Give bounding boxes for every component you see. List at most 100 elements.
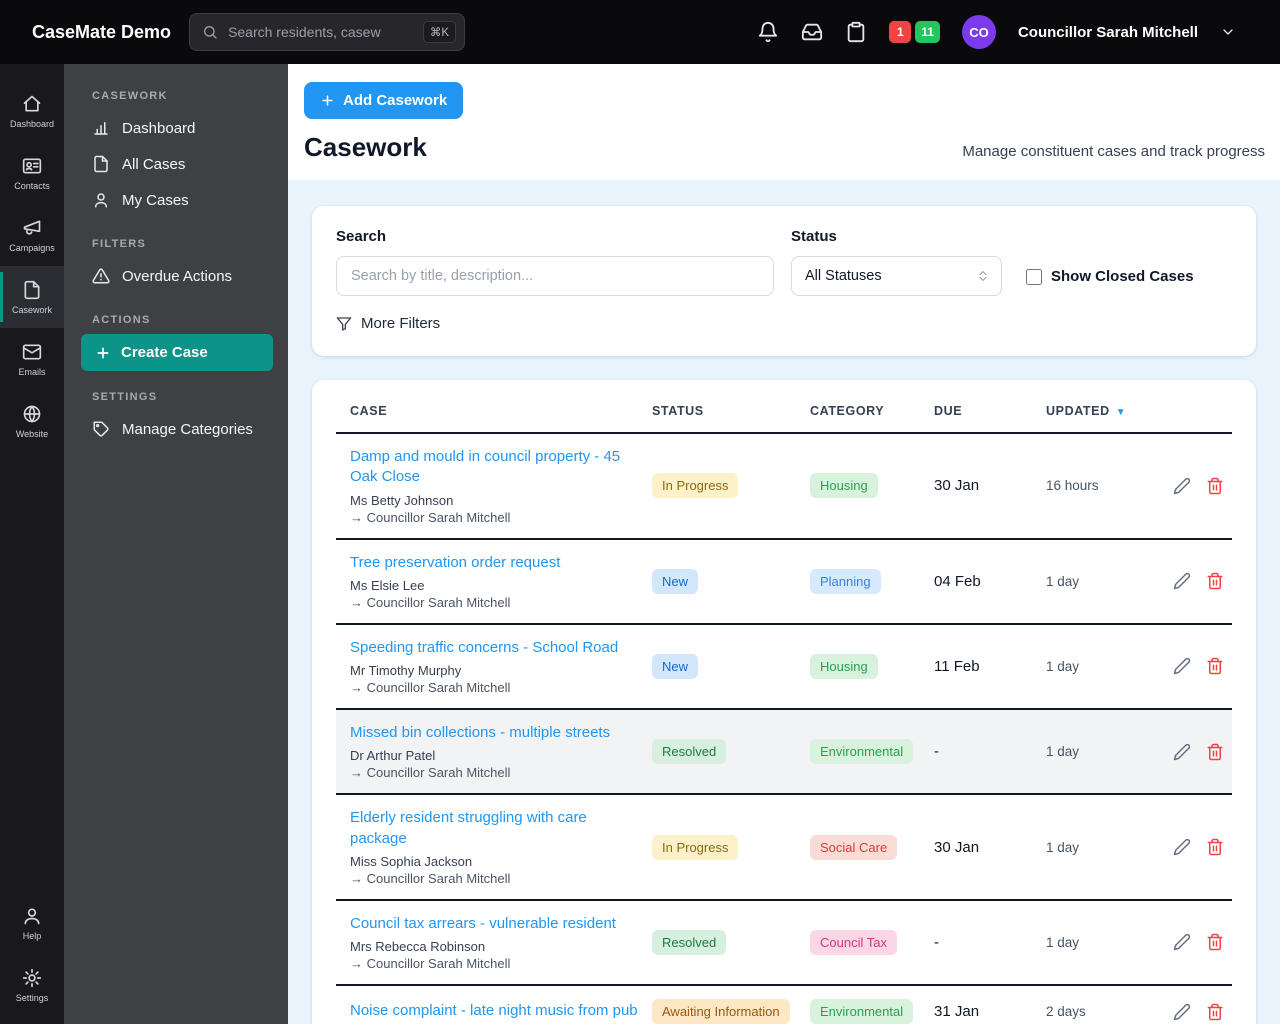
case-title-link[interactable]: Damp and mould in council property - 45 … bbox=[350, 447, 646, 488]
document-icon bbox=[22, 280, 42, 300]
case-search-input[interactable] bbox=[336, 256, 774, 296]
sidebar-item-dashboard[interactable]: Dashboard bbox=[80, 110, 272, 146]
case-title-link[interactable]: Council tax arrears - vulnerable residen… bbox=[350, 914, 646, 934]
status-badge: In Progress bbox=[652, 834, 739, 860]
case-contact: Mrs Rebecca Robinson bbox=[350, 939, 486, 954]
show-closed-label: Show Closed Cases bbox=[1051, 268, 1194, 285]
gear-icon bbox=[22, 968, 42, 988]
edit-pencil-icon[interactable] bbox=[1173, 572, 1191, 590]
red-count-badge[interactable]: 1 bbox=[889, 21, 912, 43]
delete-trash-icon[interactable] bbox=[1206, 477, 1224, 495]
show-closed-checkbox[interactable] bbox=[1026, 268, 1042, 285]
more-filters-button[interactable]: More Filters bbox=[336, 315, 1232, 332]
case-table-body: Damp and mould in council property - 45 … bbox=[336, 434, 1232, 1024]
edit-pencil-icon[interactable] bbox=[1173, 477, 1191, 495]
person-icon bbox=[22, 906, 42, 926]
sidebar-item-manage-categories[interactable]: Manage Categories bbox=[80, 411, 272, 447]
delete-trash-icon[interactable] bbox=[1206, 743, 1224, 761]
create-case-button[interactable]: Create Case bbox=[81, 334, 273, 371]
sidebar-item-all-cases[interactable]: All Cases bbox=[80, 146, 272, 182]
chevron-down-icon[interactable] bbox=[1220, 24, 1236, 40]
case-title-link[interactable]: Speeding traffic concerns - School Road bbox=[350, 638, 646, 658]
table-row[interactable]: Missed bin collections - multiple street… bbox=[336, 710, 1232, 796]
rail-item-campaigns[interactable]: Campaigns bbox=[0, 204, 64, 266]
table-row[interactable]: Council tax arrears - vulnerable residen… bbox=[336, 901, 1232, 986]
table-row[interactable]: Elderly resident struggling with care pa… bbox=[336, 795, 1232, 901]
edit-pencil-icon[interactable] bbox=[1173, 838, 1191, 856]
edit-pencil-icon[interactable] bbox=[1173, 743, 1191, 761]
rail-item-casework[interactable]: Casework bbox=[0, 266, 64, 328]
category-badge: Housing bbox=[810, 653, 878, 679]
rail-item-help[interactable]: Help bbox=[0, 892, 64, 954]
case-assignee: → Councillor Sarah Mitchell bbox=[350, 765, 511, 781]
table-row[interactable]: Speeding traffic concerns - School Road … bbox=[336, 625, 1232, 710]
inbox-icon[interactable] bbox=[801, 21, 823, 43]
envelope-icon bbox=[22, 342, 42, 362]
status-select[interactable]: All Statuses bbox=[791, 256, 1002, 296]
column-header-case[interactable]: CASE bbox=[336, 380, 652, 432]
app-brand: CaseMate Demo bbox=[32, 21, 172, 42]
case-title-link[interactable]: Noise complaint - late night music from … bbox=[350, 1001, 646, 1021]
bell-icon[interactable] bbox=[757, 21, 779, 43]
delete-trash-icon[interactable] bbox=[1206, 657, 1224, 675]
column-header-status[interactable]: STATUS bbox=[652, 380, 810, 432]
search-icon bbox=[202, 24, 218, 40]
case-title-link[interactable]: Tree preservation order request bbox=[350, 553, 646, 573]
sidebar-heading-actions: ACTIONS bbox=[92, 314, 151, 326]
sidebar-item-overdue-actions[interactable]: Overdue Actions bbox=[80, 258, 272, 294]
search-field-label: Search bbox=[336, 228, 387, 245]
global-search-input[interactable] bbox=[226, 23, 415, 41]
delete-trash-icon[interactable] bbox=[1206, 572, 1224, 590]
edit-pencil-icon[interactable] bbox=[1173, 933, 1191, 951]
column-header-due[interactable]: DUE bbox=[934, 380, 1046, 432]
home-icon bbox=[22, 94, 42, 114]
case-title-link[interactable]: Elderly resident struggling with care pa… bbox=[350, 808, 646, 849]
plus-icon bbox=[95, 345, 111, 361]
table-row[interactable]: Noise complaint - late night music from … bbox=[336, 986, 1232, 1024]
category-badge: Housing bbox=[810, 473, 878, 499]
sort-desc-icon: ▼ bbox=[1115, 407, 1127, 418]
status-badge: In Progress bbox=[652, 473, 739, 499]
due-date: 04 Feb bbox=[934, 572, 981, 590]
case-contact: Miss Sophia Jackson bbox=[350, 853, 473, 869]
casework-sidebar: CASEWORK Dashboard All Cases My Cases FI… bbox=[64, 64, 288, 1024]
user-icon bbox=[92, 191, 110, 209]
avatar[interactable]: CO bbox=[961, 15, 996, 49]
rail-item-website[interactable]: Website bbox=[0, 390, 64, 452]
edit-pencil-icon[interactable] bbox=[1173, 1003, 1191, 1021]
notification-counters[interactable]: 1 11 bbox=[889, 21, 940, 43]
globe-icon bbox=[22, 404, 42, 424]
edit-pencil-icon[interactable] bbox=[1173, 657, 1191, 675]
delete-trash-icon[interactable] bbox=[1206, 1003, 1224, 1021]
filter-card: Search Status All Statuses Show Closed C… bbox=[312, 206, 1256, 356]
status-field-label: Status bbox=[791, 228, 837, 245]
rail-item-dashboard[interactable]: Dashboard bbox=[0, 80, 64, 142]
case-assignee: → Councillor Sarah Mitchell bbox=[350, 680, 511, 695]
rail-item-contacts[interactable]: Contacts bbox=[0, 142, 64, 204]
tag-icon bbox=[92, 420, 110, 438]
global-search[interactable]: ⌘K bbox=[189, 13, 466, 51]
delete-trash-icon[interactable] bbox=[1206, 838, 1224, 856]
main-content: Add Casework Casework Manage constituent… bbox=[288, 64, 1280, 1024]
sidebar-item-my-cases[interactable]: My Cases bbox=[80, 182, 272, 218]
add-casework-button[interactable]: Add Casework bbox=[304, 82, 464, 119]
table-row[interactable]: Damp and mould in council property - 45 … bbox=[336, 434, 1232, 540]
delete-trash-icon[interactable] bbox=[1206, 933, 1224, 951]
case-assignee: → Councillor Sarah Mitchell bbox=[350, 509, 511, 525]
due-date: - bbox=[934, 933, 939, 951]
tasks-icon[interactable] bbox=[845, 21, 867, 43]
rail-item-settings[interactable]: Settings bbox=[0, 954, 64, 1016]
green-count-badge[interactable]: 11 bbox=[915, 21, 940, 43]
rail-item-emails[interactable]: Emails bbox=[0, 328, 64, 390]
table-row[interactable]: Tree preservation order request Ms Elsie… bbox=[336, 540, 1232, 625]
due-date: 31 Jan bbox=[934, 1003, 980, 1020]
case-contact: Dr Arthur Patel bbox=[350, 748, 436, 764]
due-date: - bbox=[934, 743, 939, 761]
select-chevrons-icon bbox=[976, 269, 990, 283]
user-menu-name[interactable]: Councillor Sarah Mitchell bbox=[1018, 24, 1198, 41]
status-badge: New bbox=[652, 653, 699, 679]
case-title-link[interactable]: Missed bin collections - multiple street… bbox=[350, 723, 646, 743]
column-header-category[interactable]: CATEGORY bbox=[810, 380, 934, 432]
updated-time: 16 hours bbox=[1046, 478, 1099, 494]
column-header-updated[interactable]: UPDATED ▼ bbox=[1046, 380, 1152, 432]
